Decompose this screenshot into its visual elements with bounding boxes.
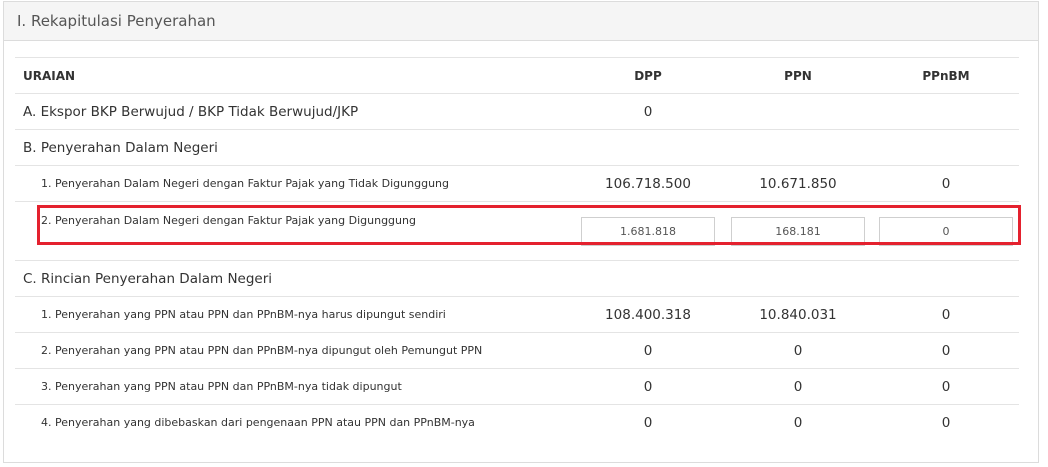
table-row: B. Penyerahan Dalam Negeri [15, 129, 1019, 166]
row-c2-dpp: 0 [573, 332, 723, 369]
table-row: 2. Penyerahan yang PPN atau PPN dan PPnB… [15, 332, 1019, 369]
row-b2-ppnbm-cell [873, 201, 1019, 261]
header-ppnbm: PPnBM [873, 57, 1019, 94]
table-row: A. Ekspor BKP Berwujud / BKP Tidak Berwu… [15, 93, 1019, 130]
row-b1-label: 1. Penyerahan Dalam Negeri dengan Faktur… [15, 165, 573, 202]
row-b-label: B. Penyerahan Dalam Negeri [15, 129, 1019, 166]
row-c-label: C. Rincian Penyerahan Dalam Negeri [15, 260, 1019, 297]
row-a-label: A. Ekspor BKP Berwujud / BKP Tidak Berwu… [15, 93, 573, 130]
row-c4-label: 4. Penyerahan yang dibebaskan dari penge… [15, 404, 573, 440]
table-row: 2. Penyerahan Dalam Negeri dengan Faktur… [15, 201, 1019, 261]
row-c2-ppnbm: 0 [873, 332, 1019, 369]
row-c1-label: 1. Penyerahan yang PPN atau PPN dan PPnB… [15, 296, 573, 333]
row-b2-dpp-cell [573, 201, 723, 261]
table-row: 1. Penyerahan yang PPN atau PPN dan PPnB… [15, 296, 1019, 333]
header-dpp: DPP [573, 57, 723, 94]
row-a-ppnbm [873, 93, 1019, 130]
row-c1-dpp: 108.400.318 [573, 296, 723, 333]
row-a-dpp: 0 [573, 93, 723, 130]
dpp-input[interactable] [581, 216, 715, 246]
rekap-table: URAIAN DPP PPN PPnBM A. Ekspor BKP Berwu… [15, 57, 1019, 440]
ppnbm-input[interactable] [879, 216, 1013, 246]
table-row: 1. Penyerahan Dalam Negeri dengan Faktur… [15, 165, 1019, 202]
row-c3-dpp: 0 [573, 368, 723, 405]
row-c1-ppnbm: 0 [873, 296, 1019, 333]
row-c3-ppn: 0 [723, 368, 873, 405]
header-ppn: PPN [723, 57, 873, 94]
row-c1-ppn: 10.840.031 [723, 296, 873, 333]
table-row: 4. Penyerahan yang dibebaskan dari penge… [15, 404, 1019, 440]
row-b2-label: 2. Penyerahan Dalam Negeri dengan Faktur… [15, 201, 573, 261]
row-c3-ppnbm: 0 [873, 368, 1019, 405]
row-c4-dpp: 0 [573, 404, 723, 440]
table-header-row: URAIAN DPP PPN PPnBM [15, 57, 1019, 94]
row-b1-ppnbm: 0 [873, 165, 1019, 202]
table-row: C. Rincian Penyerahan Dalam Negeri [15, 260, 1019, 297]
row-b2-ppn-cell [723, 201, 873, 261]
panel-title: I. Rekapitulasi Penyerahan [17, 12, 216, 30]
row-c4-ppn: 0 [723, 404, 873, 440]
row-c2-ppn: 0 [723, 332, 873, 369]
header-uraian: URAIAN [15, 57, 573, 94]
row-b1-ppn: 10.671.850 [723, 165, 873, 202]
row-c4-ppnbm: 0 [873, 404, 1019, 440]
table-row: 3. Penyerahan yang PPN atau PPN dan PPnB… [15, 368, 1019, 405]
row-a-ppn [723, 93, 873, 130]
row-c3-label: 3. Penyerahan yang PPN atau PPN dan PPnB… [15, 368, 573, 405]
row-b1-dpp: 106.718.500 [573, 165, 723, 202]
panel-header: I. Rekapitulasi Penyerahan [4, 2, 1038, 41]
ppn-input[interactable] [731, 216, 865, 246]
row-c2-label: 2. Penyerahan yang PPN atau PPN dan PPnB… [15, 332, 573, 369]
